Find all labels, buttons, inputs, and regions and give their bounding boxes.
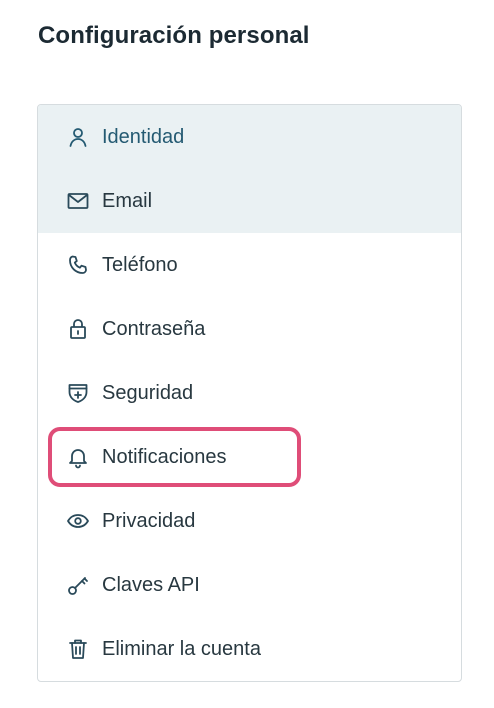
menu-item-eliminar-cuenta[interactable]: Eliminar la cuenta [38, 617, 461, 681]
menu-item-claves-api[interactable]: Claves API [38, 553, 461, 617]
menu-item-contrasena[interactable]: Contraseña [38, 297, 461, 361]
menu-item-label: Seguridad [102, 382, 194, 404]
menu-item-label: Contraseña [102, 318, 206, 340]
page-title: Configuración personal [38, 22, 310, 49]
mail-icon [65, 188, 91, 214]
phone-icon [65, 252, 91, 278]
bell-icon [65, 444, 91, 470]
shield-plus-icon [65, 380, 91, 406]
eye-icon [65, 508, 91, 534]
menu-item-label: Notificaciones [102, 446, 227, 468]
user-icon [65, 124, 91, 150]
trash-icon [65, 636, 91, 662]
key-icon [65, 572, 91, 598]
menu-item-seguridad[interactable]: Seguridad [38, 361, 461, 425]
menu-item-email[interactable]: Email [38, 169, 461, 233]
menu-item-notificaciones[interactable]: Notificaciones [38, 425, 461, 489]
menu-item-identidad[interactable]: Identidad [38, 105, 461, 169]
menu-item-label: Privacidad [102, 510, 196, 532]
menu-item-privacidad[interactable]: Privacidad [38, 489, 461, 553]
menu-item-label: Teléfono [102, 254, 178, 276]
settings-menu: Identidad Email Teléfono Contraseña Segu… [37, 104, 462, 682]
lock-icon [65, 316, 91, 342]
menu-item-telefono[interactable]: Teléfono [38, 233, 461, 297]
menu-item-label: Eliminar la cuenta [102, 638, 261, 660]
menu-item-label: Claves API [102, 574, 200, 596]
menu-item-label: Identidad [102, 126, 185, 148]
menu-item-label: Email [102, 190, 153, 212]
